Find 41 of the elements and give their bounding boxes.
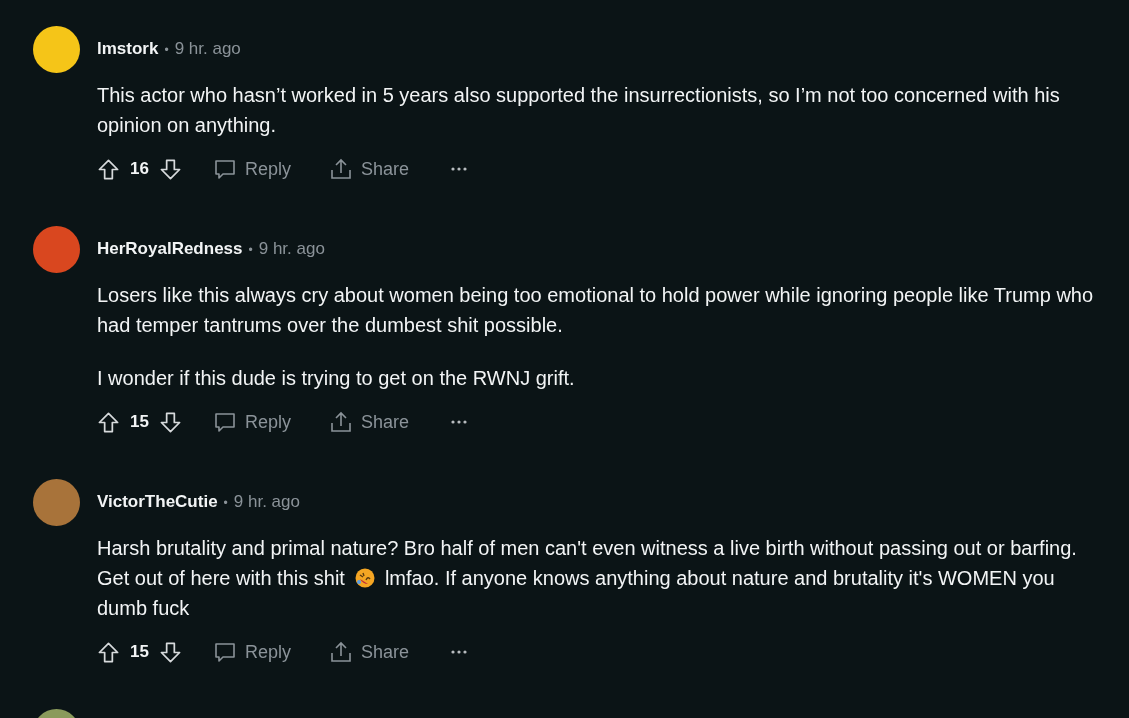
laughing-emoji-icon: [354, 568, 375, 588]
downvote-icon[interactable]: [158, 640, 182, 664]
reply-button[interactable]: Reply: [212, 151, 291, 187]
more-options-icon[interactable]: [450, 166, 468, 172]
timestamp: 9 hr. ago: [233, 492, 300, 512]
username[interactable]: HerRoyalRedness: [97, 239, 243, 259]
downvote-icon[interactable]: [158, 157, 182, 181]
comment-text: I wonder if this dude is trying to get on the RWNJ grift.: [97, 366, 575, 391]
comment-text: lmfao. If anyone knows anything about nature and brutality it's WOMEN you: [384, 566, 1055, 591]
share-icon: [328, 410, 353, 434]
vote-count: 16: [130, 159, 149, 179]
comment-text: Losers like this always cry about women being too emotional to hold power while ignoring people like Trump who had temper tantrums over the dumbest shit possible.: [97, 283, 1095, 338]
share-icon: [328, 640, 353, 664]
reply-button[interactable]: Reply: [212, 634, 291, 670]
comment-text: Get out of here with this shit: [97, 566, 345, 591]
share-button[interactable]: Share: [328, 404, 409, 440]
separator-dot: •: [248, 243, 253, 257]
upvote-icon[interactable]: [97, 410, 120, 434]
more-options-icon[interactable]: [450, 419, 468, 425]
speech-bubble-icon: [212, 640, 237, 664]
speech-bubble-icon: [212, 157, 237, 181]
comment-text: dumb fuck: [97, 596, 190, 621]
separator-dot: •: [223, 496, 228, 510]
upvote-icon[interactable]: [97, 157, 120, 181]
comment-text: Harsh brutality and primal nature? Bro half of men can't even witness a live birth without passing out or barfing.: [97, 536, 1077, 561]
share-button[interactable]: Share: [328, 634, 409, 670]
share-icon: [328, 157, 353, 181]
timestamp: 9 hr. ago: [174, 39, 241, 59]
reply-button[interactable]: Reply: [212, 404, 291, 440]
speech-bubble-icon: [212, 410, 237, 434]
share-button[interactable]: Share: [328, 151, 409, 187]
downvote-icon[interactable]: [158, 410, 182, 434]
username[interactable]: lmstork: [97, 39, 159, 59]
vote-count: 15: [130, 412, 149, 432]
username[interactable]: VictorTheCutie: [97, 492, 218, 512]
vote-count: 15: [130, 642, 149, 662]
upvote-icon[interactable]: [97, 640, 120, 664]
more-options-icon[interactable]: [450, 649, 468, 655]
timestamp: 9 hr. ago: [258, 239, 325, 259]
comment-text: This actor who hasn’t worked in 5 years also supported the insurrectionists, so I’m not too concerned with his opinion on anything.: [97, 83, 1061, 138]
separator-dot: •: [164, 43, 169, 57]
